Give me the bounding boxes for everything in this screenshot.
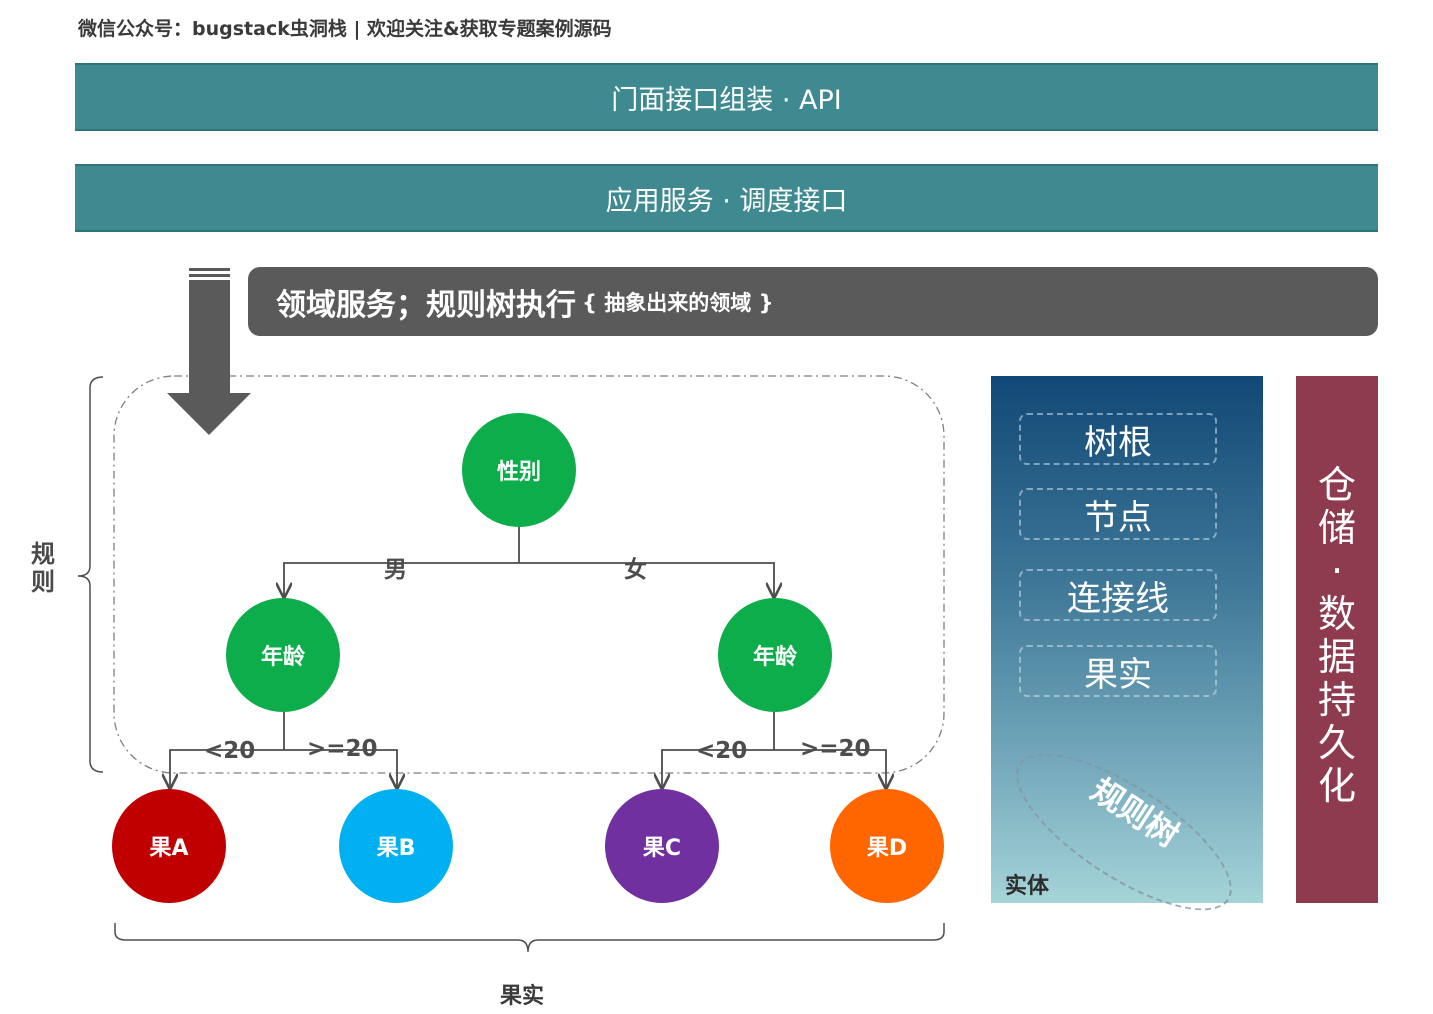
node-age-right: 年龄 — [718, 598, 832, 712]
node-age-left: 年龄 — [226, 598, 340, 712]
entity-panel: 树根 节点 连接线 果实 规则树 实体 — [991, 376, 1263, 903]
big-down-arrow — [167, 268, 251, 435]
entity-item-fruit: 果实 — [1019, 645, 1217, 697]
edge-label-female: 女 — [624, 550, 647, 584]
entity-item-link: 连接线 — [1019, 569, 1217, 621]
fruit-d: 果D — [830, 789, 944, 903]
edge-label-male: 男 — [384, 550, 407, 584]
rule-label: 规则 — [30, 540, 56, 596]
storage-panel: 仓储 · 数据持久化 — [1296, 376, 1378, 903]
edge-label-left-ge20: >=20 — [307, 736, 378, 762]
entity-item-root: 树根 — [1019, 413, 1217, 465]
entity-footer-label: 实体 — [1005, 868, 1049, 900]
fruit-c: 果C — [605, 789, 719, 903]
fruit-a: 果A — [112, 789, 226, 903]
edge-label-right-ge20: >=20 — [800, 736, 871, 762]
fruit-b: 果B — [339, 789, 453, 903]
rule-bracket — [78, 377, 103, 772]
node-gender: 性别 — [462, 413, 576, 527]
fruit-bracket — [115, 923, 944, 952]
storage-text: 仓储 · 数据持久化 — [1317, 464, 1357, 903]
edge-label-left-lt20: <20 — [204, 738, 255, 764]
fruits-label: 果实 — [500, 978, 544, 1010]
edge-label-right-lt20: <20 — [696, 738, 747, 764]
entity-item-node: 节点 — [1019, 488, 1217, 540]
